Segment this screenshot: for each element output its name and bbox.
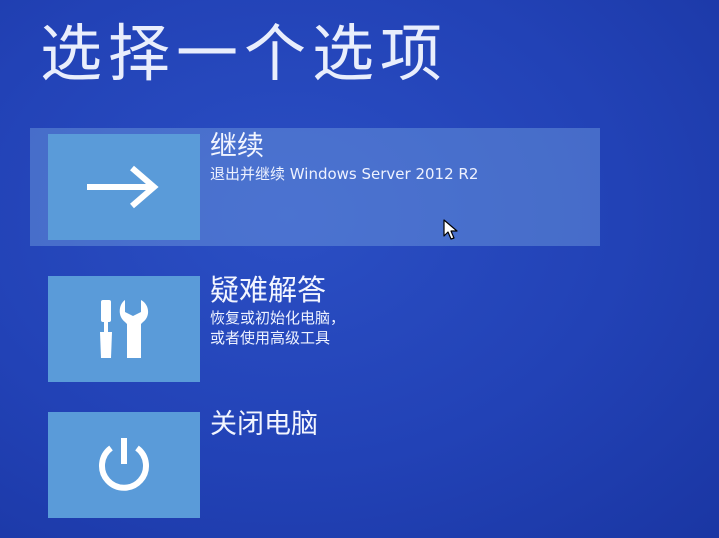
shutdown-tile[interactable] bbox=[48, 412, 200, 518]
troubleshoot-title: 疑难解答 bbox=[210, 273, 327, 307]
shutdown-title: 关闭电脑 bbox=[210, 409, 318, 440]
troubleshoot-description-line2: 或者使用高级工具 bbox=[210, 329, 331, 347]
shutdown-option[interactable]: 关闭电脑 bbox=[30, 406, 600, 518]
arrow-right-icon bbox=[87, 165, 159, 209]
continue-option[interactable]: 继续 退出并继续 Windows Server 2012 R2 bbox=[30, 128, 600, 246]
continue-tile[interactable] bbox=[48, 134, 200, 240]
mouse-cursor-icon bbox=[443, 219, 458, 240]
power-icon bbox=[99, 438, 149, 491]
troubleshoot-description-line1: 恢复或初始化电脑， bbox=[210, 309, 346, 327]
troubleshoot-tile[interactable] bbox=[48, 276, 200, 382]
continue-description: 退出并继续 Windows Server 2012 R2 bbox=[210, 165, 479, 183]
continue-title: 继续 bbox=[210, 131, 264, 162]
troubleshoot-option[interactable]: 疑难解答 恢复或初始化电脑， 或者使用高级工具 bbox=[30, 272, 600, 386]
page-title: 选择一个选项 bbox=[40, 17, 449, 90]
tools-icon bbox=[100, 300, 149, 358]
